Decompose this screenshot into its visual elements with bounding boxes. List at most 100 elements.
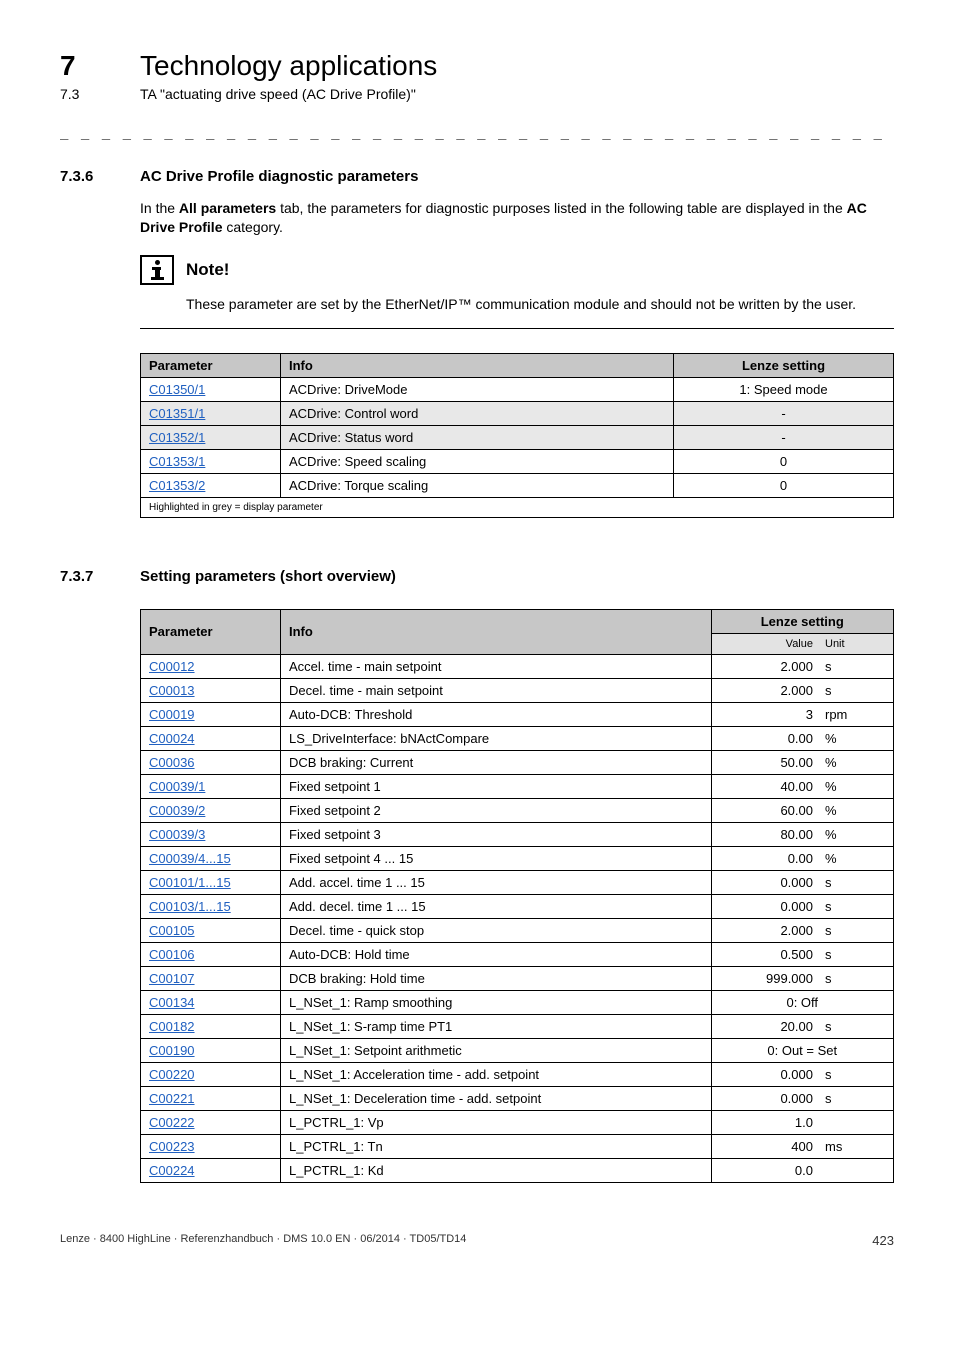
parameter-link[interactable]: C00024 — [149, 731, 195, 746]
parameter-link[interactable]: C00039/1 — [149, 779, 205, 794]
value-cell: 400 — [711, 1134, 821, 1158]
info-cell: LS_DriveInterface: bNActCompare — [281, 726, 712, 750]
col-info: Info — [281, 609, 712, 654]
unit-cell: s — [821, 1086, 894, 1110]
unit-cell: % — [821, 750, 894, 774]
value-cell: 0.000 — [711, 894, 821, 918]
value-cell: 0.000 — [711, 1086, 821, 1110]
table-row: C00107DCB braking: Hold time999.000s — [141, 966, 894, 990]
col-parameter: Parameter — [141, 353, 281, 377]
parameter-link[interactable]: C00220 — [149, 1067, 195, 1082]
unit-cell: s — [821, 942, 894, 966]
unit-cell: % — [821, 846, 894, 870]
parameter-link[interactable]: C00039/2 — [149, 803, 205, 818]
table-row: C00101/1...15Add. accel. time 1 ... 150.… — [141, 870, 894, 894]
value-cell: 40.00 — [711, 774, 821, 798]
note-body: These parameter are set by the EtherNet/… — [186, 295, 894, 314]
parameter-link[interactable]: C01353/2 — [149, 478, 205, 493]
value-cell: 0.00 — [711, 846, 821, 870]
value-cell: 0: Off — [711, 990, 894, 1014]
parameter-link[interactable]: C00103/1...15 — [149, 899, 231, 914]
table-row: C00224L_PCTRL_1: Kd0.0 — [141, 1158, 894, 1182]
parameter-link[interactable]: C00019 — [149, 707, 195, 722]
col-lenze-setting: Lenze setting — [674, 353, 894, 377]
unit-cell: % — [821, 726, 894, 750]
table-row: C01352/1 ACDrive: Status word- — [141, 425, 894, 449]
intro-paragraph: In the All parameters tab, the parameter… — [140, 199, 894, 237]
info-cell: Decel. time - quick stop — [281, 918, 712, 942]
value-cell: 20.00 — [711, 1014, 821, 1038]
subsection-number: 7.3.6 — [60, 168, 108, 185]
value-cell: 50.00 — [711, 750, 821, 774]
table-row: C00039/3Fixed setpoint 380.00% — [141, 822, 894, 846]
info-icon — [140, 255, 174, 285]
parameter-link[interactable]: C00106 — [149, 947, 195, 962]
unit-cell: s — [821, 1014, 894, 1038]
info-cell: ACDrive: Status word — [281, 425, 674, 449]
parameter-link[interactable]: C01351/1 — [149, 406, 205, 421]
parameter-link[interactable]: C00105 — [149, 923, 195, 938]
info-cell: L_NSet_1: Acceleration time - add. setpo… — [281, 1062, 712, 1086]
parameter-link[interactable]: C00224 — [149, 1163, 195, 1178]
parameter-link[interactable]: C00036 — [149, 755, 195, 770]
setting-cell: 1: Speed mode — [674, 377, 894, 401]
parameter-link[interactable]: C00107 — [149, 971, 195, 986]
parameter-link[interactable]: C00182 — [149, 1019, 195, 1034]
setting-cell: - — [674, 401, 894, 425]
parameter-link[interactable]: C00012 — [149, 659, 195, 674]
subsection-title: AC Drive Profile diagnostic parameters — [140, 168, 418, 185]
table-row: C01353/1ACDrive: Speed scaling0 — [141, 449, 894, 473]
info-cell: ACDrive: Torque scaling — [281, 473, 674, 497]
info-cell: L_NSet_1: Ramp smoothing — [281, 990, 712, 1014]
info-cell: ACDrive: DriveMode — [281, 377, 674, 401]
unit-cell: rpm — [821, 702, 894, 726]
table-row: C00039/4...15Fixed setpoint 4 ... 150.00… — [141, 846, 894, 870]
value-cell: 2.000 — [711, 678, 821, 702]
unit-cell — [821, 1158, 894, 1182]
table-row: C00222L_PCTRL_1: Vp1.0 — [141, 1110, 894, 1134]
info-cell: Fixed setpoint 3 — [281, 822, 712, 846]
value-cell: 2.000 — [711, 918, 821, 942]
parameter-link[interactable]: C01352/1 — [149, 430, 205, 445]
parameter-link[interactable]: C01350/1 — [149, 382, 205, 397]
value-cell: 0.000 — [711, 1062, 821, 1086]
info-cell: L_PCTRL_1: Kd — [281, 1158, 712, 1182]
parameter-link[interactable]: C00101/1...15 — [149, 875, 231, 890]
setting-cell: - — [674, 425, 894, 449]
unit-cell: s — [821, 894, 894, 918]
unit-cell: % — [821, 822, 894, 846]
setting-cell: 0 — [674, 449, 894, 473]
parameter-link[interactable]: C00222 — [149, 1115, 195, 1130]
parameter-link[interactable]: C00190 — [149, 1043, 195, 1058]
unit-cell: s — [821, 966, 894, 990]
table-row: C00106Auto-DCB: Hold time0.500s — [141, 942, 894, 966]
parameter-link[interactable]: C01353/1 — [149, 454, 205, 469]
chapter-title: Technology applications — [140, 50, 437, 82]
diagnostic-parameters-table: Parameter Info Lenze setting C01350/1ACD… — [140, 353, 894, 518]
info-cell: L_PCTRL_1: Tn — [281, 1134, 712, 1158]
parameter-link[interactable]: C00223 — [149, 1139, 195, 1154]
unit-cell: s — [821, 678, 894, 702]
table-row: C00039/2Fixed setpoint 260.00% — [141, 798, 894, 822]
info-cell: DCB braking: Hold time — [281, 966, 712, 990]
subsection-title: Setting parameters (short overview) — [140, 568, 396, 585]
parameter-link[interactable]: C00039/3 — [149, 827, 205, 842]
value-cell: 0: Out = Set — [711, 1038, 894, 1062]
col-parameter: Parameter — [141, 609, 281, 654]
parameter-link[interactable]: C00039/4...15 — [149, 851, 231, 866]
value-cell: 2.000 — [711, 654, 821, 678]
unit-cell: s — [821, 1062, 894, 1086]
info-cell: L_PCTRL_1: Vp — [281, 1110, 712, 1134]
info-cell: ACDrive: Control word — [281, 401, 674, 425]
table-row: C00221L_NSet_1: Deceleration time - add.… — [141, 1086, 894, 1110]
table-row: C01350/1 ACDrive: DriveMode1: Speed mode — [141, 377, 894, 401]
parameter-link[interactable]: C00134 — [149, 995, 195, 1010]
parameter-link[interactable]: C00013 — [149, 683, 195, 698]
value-cell: 0.000 — [711, 870, 821, 894]
setting-parameters-table: Parameter Info Lenze setting Value Unit … — [140, 609, 894, 1183]
info-cell: Accel. time - main setpoint — [281, 654, 712, 678]
info-cell: Fixed setpoint 2 — [281, 798, 712, 822]
table-row: C00013Decel. time - main setpoint2.000s — [141, 678, 894, 702]
unit-cell — [821, 1110, 894, 1134]
parameter-link[interactable]: C00221 — [149, 1091, 195, 1106]
